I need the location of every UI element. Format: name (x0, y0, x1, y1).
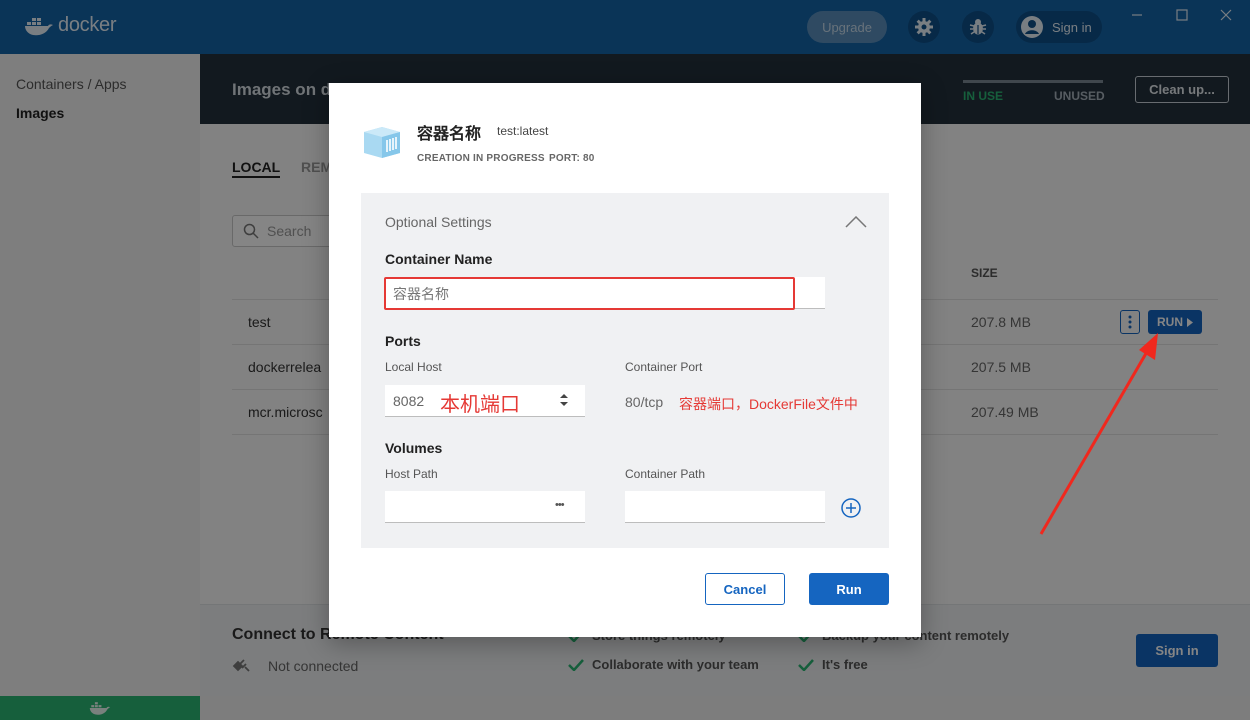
annotation-arrow (1039, 333, 1158, 535)
